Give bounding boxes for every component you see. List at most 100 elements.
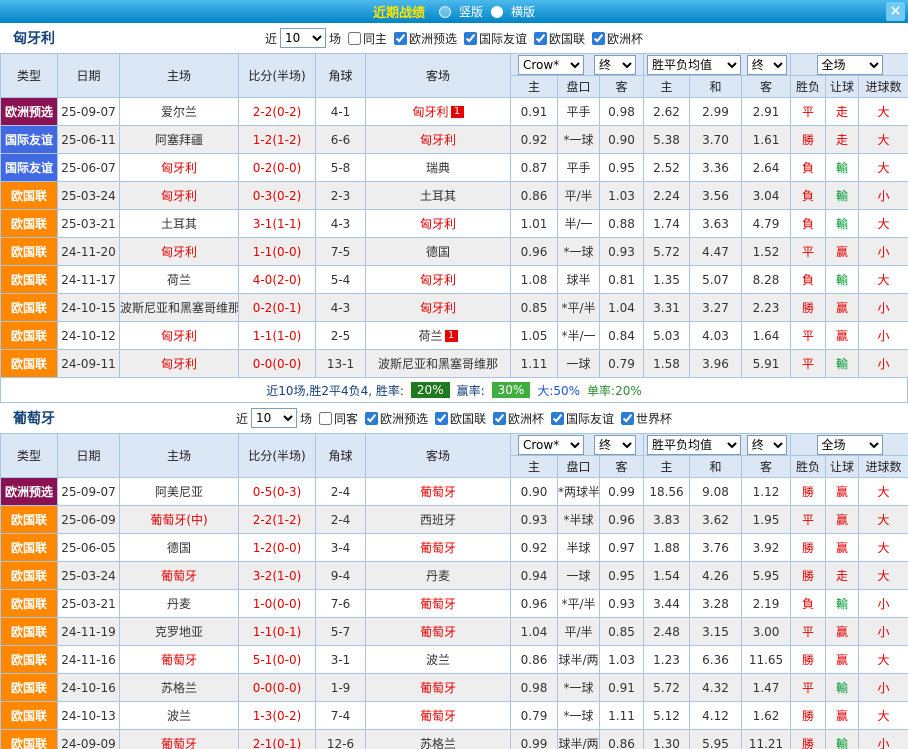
competition-checkbox-3[interactable]: 欧洲杯 [493, 410, 544, 427]
lose-odds-cell: 1.64 [742, 322, 791, 350]
away-team-name: 葡萄牙 [420, 597, 456, 611]
odds-time-select[interactable]: 终 [594, 55, 636, 75]
handicap-cell: 球半/两 [558, 730, 600, 749]
close-button[interactable]: × [886, 2, 905, 21]
competition-checkbox-1[interactable]: 欧洲预选 [365, 410, 428, 427]
handicap-result-cell: 赢 [826, 618, 859, 646]
result-cell: 平 [791, 506, 826, 534]
match-rows: 欧洲预选25-09-07爱尔兰2-2(0-2)4-1匈牙利10.91平手0.98… [1, 98, 908, 378]
home-team-name: 阿塞拜疆 [155, 133, 203, 147]
odds-source-select[interactable]: Crow* [518, 435, 584, 455]
radio-vertical-icon[interactable] [439, 6, 451, 18]
competition-type-cell: 欧国联 [1, 562, 58, 590]
result-cell: 平 [791, 674, 826, 702]
col-header-goals: 进球数 [859, 76, 908, 98]
competition-checkbox-2[interactable]: 国际友谊 [464, 30, 527, 47]
competition-checkbox-4[interactable]: 欧洲杯 [592, 30, 643, 47]
home-odds-cell: 0.86 [511, 182, 558, 210]
same-venue-checkbox-input[interactable] [319, 412, 332, 425]
match-row: 欧国联24-09-11匈牙利0-0(0-0)13-1波斯尼亚和黑塞哥维那1.11… [1, 350, 908, 378]
competition-checkbox-2-input[interactable] [464, 32, 477, 45]
result-cell: 勝 [791, 126, 826, 154]
home-team-cell: 克罗地亚 [120, 618, 239, 646]
team-section-1: 匈牙利 近10场同主欧洲预选国际友谊欧国联欧洲杯 类型 日期 主场 比分(半场)… [0, 23, 908, 403]
odds-time-select[interactable]: 终 [594, 435, 636, 455]
competition-checkbox-1[interactable]: 欧洲预选 [394, 30, 457, 47]
wdl-average-select[interactable]: 胜平负均值 [647, 435, 741, 455]
home-team-name: 匈牙利 [161, 357, 197, 371]
result-cell: 負 [791, 590, 826, 618]
match-row: 欧国联24-11-17荷兰4-0(2-0)5-4匈牙利1.08球半0.811.3… [1, 266, 908, 294]
goals-result-cell: 小 [859, 350, 908, 378]
win-odds-cell: 2.62 [644, 98, 690, 126]
col-header-handicap: 盘口 [558, 456, 600, 478]
radio-horizontal-icon[interactable] [491, 6, 503, 18]
competition-checkbox-3[interactable]: 欧国联 [534, 30, 585, 47]
competition-checkbox-3-input[interactable] [534, 32, 547, 45]
away-team-cell: 土耳其 [366, 182, 511, 210]
handicap-result-cell: 走 [826, 126, 859, 154]
corner-cell: 2-4 [316, 506, 366, 534]
competition-checkbox-1-input[interactable] [365, 412, 378, 425]
home-team-cell: 土耳其 [120, 210, 239, 238]
col-header-handicap-result: 让球 [826, 76, 859, 98]
lose-odds-cell: 1.62 [742, 702, 791, 730]
col-header-score: 比分(半场) [239, 434, 316, 478]
horizontal-layout-option[interactable]: 横版 [511, 3, 535, 20]
competition-checkbox-5-input[interactable] [621, 412, 634, 425]
competition-checkbox-2-input[interactable] [435, 412, 448, 425]
draw-odds-cell: 4.32 [690, 674, 742, 702]
home-team-cell: 匈牙利 [120, 322, 239, 350]
vertical-layout-option[interactable]: 竖版 [459, 3, 483, 20]
result-cell: 平 [791, 322, 826, 350]
home-team-name: 葡萄牙 [161, 737, 197, 749]
score-cell: 1-2(1-2) [239, 126, 316, 154]
col-header-handicap: 盘口 [558, 76, 600, 98]
col-header-result: 胜负 [791, 456, 826, 478]
corner-cell: 4-1 [316, 98, 366, 126]
competition-type-cell: 国际友谊 [1, 154, 58, 182]
home-odds-cell: 0.86 [511, 646, 558, 674]
competition-checkbox-4[interactable]: 国际友谊 [551, 410, 614, 427]
home-odds-cell: 0.93 [511, 506, 558, 534]
competition-checkbox-2[interactable]: 欧国联 [435, 410, 486, 427]
odds-source-select[interactable]: Crow* [518, 55, 584, 75]
date-cell: 24-11-17 [58, 266, 120, 294]
away-team-name: 苏格兰 [420, 737, 456, 749]
cover-rate-badge: 30% [492, 382, 531, 398]
away-team-name: 波斯尼亚和黑塞哥维那 [378, 357, 498, 371]
same-venue-checkbox-label: 同客 [334, 410, 358, 427]
result-cell: 勝 [791, 646, 826, 674]
col-header-away: 客场 [366, 54, 511, 98]
col-header-goals: 进球数 [859, 456, 908, 478]
match-count-select[interactable]: 10 [280, 28, 326, 48]
score-cell: 5-1(0-0) [239, 646, 316, 674]
col-header-lose: 客 [742, 76, 791, 98]
match-count-select[interactable]: 10 [251, 408, 297, 428]
same-venue-checkbox[interactable]: 同主 [348, 30, 387, 47]
competition-checkbox-4-input[interactable] [592, 32, 605, 45]
wdl-average-select[interactable]: 胜平负均值 [647, 55, 741, 75]
home-team-name: 土耳其 [161, 217, 197, 231]
competition-checkbox-1-input[interactable] [394, 32, 407, 45]
competition-checkbox-4-input[interactable] [551, 412, 564, 425]
period-select[interactable]: 全场 [817, 435, 883, 455]
wdl-time-select[interactable]: 终 [747, 55, 787, 75]
date-cell: 25-03-21 [58, 590, 120, 618]
draw-odds-cell: 5.07 [690, 266, 742, 294]
same-venue-checkbox[interactable]: 同客 [319, 410, 358, 427]
period-select[interactable]: 全场 [817, 55, 883, 75]
competition-type-cell: 欧国联 [1, 730, 58, 749]
win-odds-cell: 5.72 [644, 238, 690, 266]
away-odds-cell: 0.84 [600, 322, 644, 350]
win-odds-cell: 1.23 [644, 646, 690, 674]
competition-checkbox-3-input[interactable] [493, 412, 506, 425]
away-odds-cell: 0.97 [600, 534, 644, 562]
competition-checkbox-5[interactable]: 世界杯 [621, 410, 672, 427]
competition-type-cell: 欧国联 [1, 506, 58, 534]
handicap-result-cell: 走 [826, 98, 859, 126]
draw-odds-cell: 3.70 [690, 126, 742, 154]
home-team-cell: 阿美尼亚 [120, 478, 239, 506]
wdl-time-select[interactable]: 终 [747, 435, 787, 455]
same-venue-checkbox-input[interactable] [348, 32, 361, 45]
